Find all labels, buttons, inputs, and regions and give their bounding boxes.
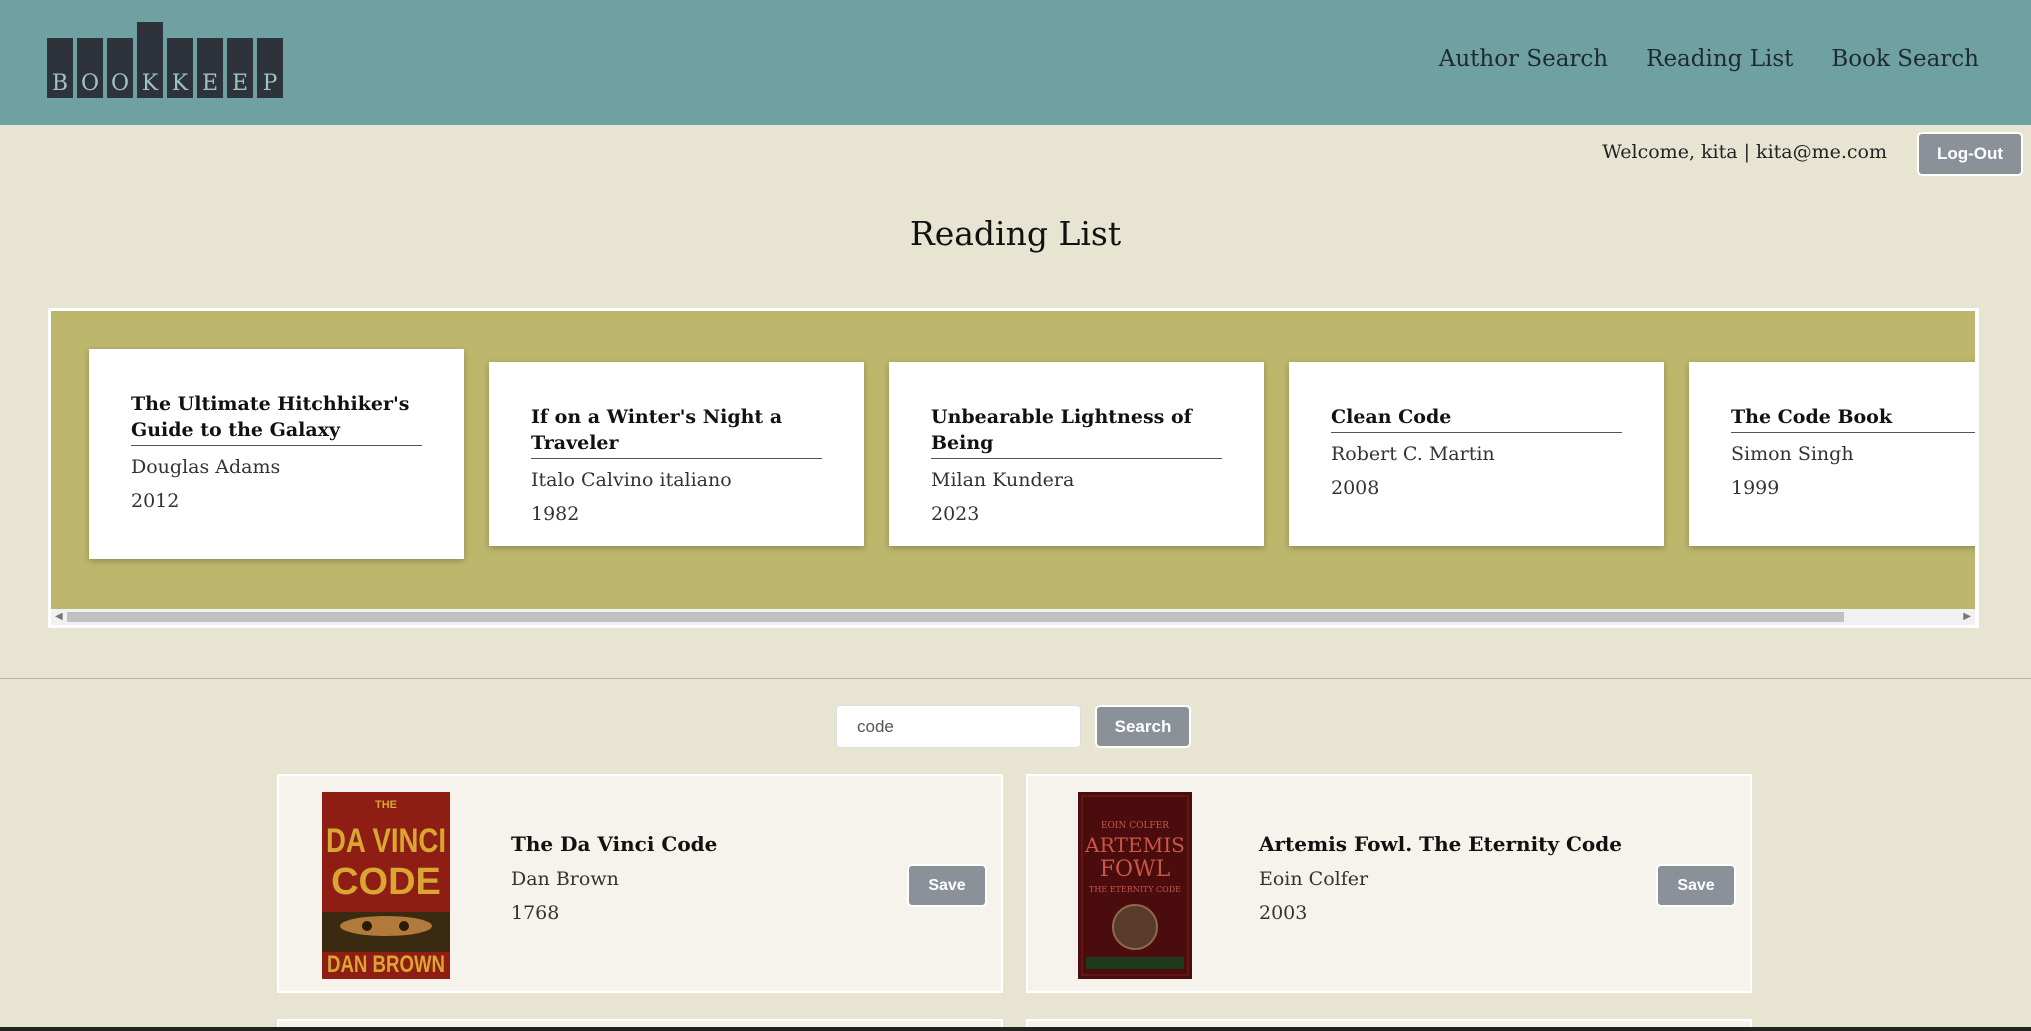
search-result-card: EOIN COLFER ARTEMIS FOWL THE ETERNITY CO…: [1026, 774, 1752, 993]
nav-author-search[interactable]: Author Search: [1439, 46, 1608, 72]
card-author: Italo Calvino italiano: [531, 469, 732, 491]
bottom-edge: [0, 1027, 2031, 1031]
save-button[interactable]: Save: [907, 864, 987, 907]
main-nav: Author Search Reading List Book Search: [1439, 46, 1979, 72]
cover-text: THE ETERNITY CODE: [1089, 885, 1181, 894]
result-info: The Da Vinci Code Dan Brown 1768: [511, 832, 717, 924]
card-year: 2023: [931, 503, 980, 525]
cover-text: EOIN COLFER: [1101, 821, 1169, 831]
card-author: Robert C. Martin: [1331, 443, 1495, 465]
cover-text: CODE: [331, 861, 441, 903]
result-info: Artemis Fowl. The Eternity Code Eoin Col…: [1259, 832, 1622, 924]
cover-text: DAN BROWN: [327, 951, 445, 978]
card-author: Milan Kundera: [931, 469, 1075, 491]
reading-list-card[interactable]: Unbearable Lightness of Being Milan Kund…: [889, 362, 1264, 546]
card-year: 2012: [131, 490, 180, 512]
search-button[interactable]: Search: [1095, 705, 1191, 748]
bookkeep-logo[interactable]: B O O K K E E P: [47, 20, 287, 98]
reading-list-card[interactable]: The Ultimate Hitchhiker's Guide to the G…: [89, 349, 464, 559]
horizontal-scrollbar[interactable]: ◀ ▶: [51, 609, 1975, 625]
scroll-left-arrow-icon[interactable]: ◀: [55, 611, 63, 622]
logo-letter: E: [232, 71, 248, 96]
card-year: 2008: [1331, 477, 1380, 499]
cover-text: FOWL: [1100, 857, 1171, 882]
result-year: 2003: [1259, 902, 1308, 924]
reading-list-carousel: The Ultimate Hitchhiker's Guide to the G…: [48, 308, 1979, 628]
reading-list-card[interactable]: Clean Code Robert C. Martin 2008: [1289, 362, 1664, 546]
save-button[interactable]: Save: [1656, 864, 1736, 907]
logout-button[interactable]: Log-Out: [1917, 132, 2023, 176]
result-title: Artemis Fowl. The Eternity Code: [1259, 832, 1622, 856]
result-author: Eoin Colfer: [1259, 868, 1369, 890]
card-title: Unbearable Lightness of Being: [931, 404, 1222, 459]
result-title: The Da Vinci Code: [511, 832, 718, 856]
section-divider: [0, 678, 2031, 679]
logo-letter: K: [172, 71, 189, 96]
logo-letter: E: [202, 71, 218, 96]
header-bar: B O O K K E E P Author Search Reading Li…: [0, 0, 2031, 125]
card-year: 1982: [531, 503, 580, 525]
search-input[interactable]: [836, 705, 1081, 748]
cover-text: THE: [375, 799, 397, 811]
card-title: If on a Winter's Night a Traveler: [531, 404, 822, 459]
scrollbar-thumb[interactable]: [67, 612, 1844, 622]
nav-reading-list[interactable]: Reading List: [1646, 46, 1793, 72]
logo-letter: B: [52, 71, 68, 96]
result-year: 1768: [511, 902, 560, 924]
logo-letter: O: [81, 71, 99, 96]
card-year: 1999: [1731, 477, 1780, 499]
card-author: Simon Singh: [1731, 443, 1854, 465]
logo-letter: O: [111, 71, 129, 96]
logo-letter: P: [263, 71, 278, 96]
welcome-text: Welcome, kita | kita@me.com: [1602, 141, 1887, 163]
reading-list-card[interactable]: The Code Book Simon Singh 1999: [1689, 362, 1975, 546]
page-title: Reading List: [909, 214, 1122, 253]
reading-list-card[interactable]: If on a Winter's Night a Traveler Italo …: [489, 362, 864, 546]
search-result-card: THE DA VINCI CODE DAN BROWN The Da Vinci…: [277, 774, 1003, 993]
card-title: Clean Code: [1331, 404, 1622, 433]
cover-text: DA VINCI: [326, 822, 446, 860]
card-title: The Ultimate Hitchhiker's Guide to the G…: [131, 391, 422, 446]
book-cover-image: THE DA VINCI CODE DAN BROWN: [322, 792, 450, 983]
result-author: Dan Brown: [511, 868, 619, 890]
cover-text: ARTEMIS: [1084, 833, 1185, 857]
scroll-right-arrow-icon[interactable]: ▶: [1963, 611, 1971, 622]
nav-book-search[interactable]: Book Search: [1831, 46, 1979, 72]
logo-letter: K: [142, 71, 159, 96]
card-author: Douglas Adams: [131, 456, 281, 478]
book-cover-image: EOIN COLFER ARTEMIS FOWL THE ETERNITY CO…: [1078, 792, 1192, 983]
card-title: The Code Book: [1731, 404, 1975, 433]
carousel-track: The Ultimate Hitchhiker's Guide to the G…: [51, 311, 1975, 609]
